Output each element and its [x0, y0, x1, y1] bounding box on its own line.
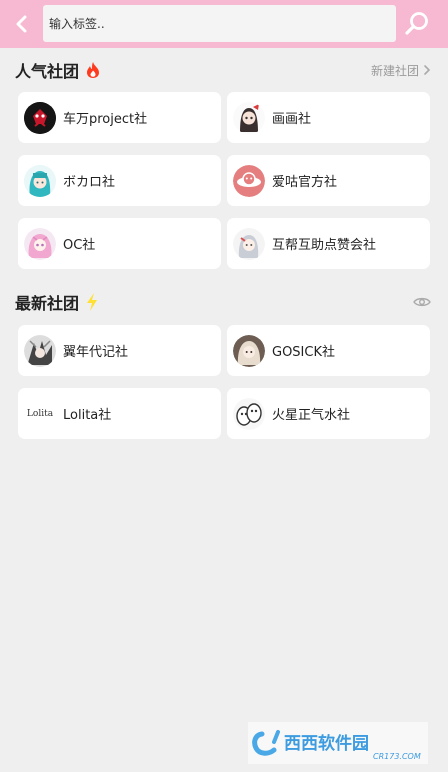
club-label: OC社 — [63, 238, 96, 253]
club-logo-lolita: Lolita — [26, 408, 54, 419]
popular-section-title: 人气社团 — [15, 62, 80, 81]
top-search-bar — [0, 0, 448, 48]
lightning-icon — [85, 292, 99, 312]
chevron-left-icon — [16, 15, 27, 33]
club-card[interactable]: 翼年代记社 — [18, 325, 221, 376]
club-label: Lolita社 — [63, 408, 112, 423]
club-label: 互帮互助点赞会社 — [272, 238, 377, 253]
club-card[interactable]: OC社 — [18, 218, 221, 269]
club-card[interactable]: ボカロ社 — [18, 155, 221, 206]
club-label: GOSICK社 — [272, 345, 335, 360]
watermark: 西西软件园 CR173.COM — [248, 722, 428, 764]
latest-club-grid: 翼年代记社 GOSICK社 Lolita Lolita社 火星正气水社 — [18, 325, 430, 439]
search-icon — [405, 12, 428, 35]
club-card[interactable]: Lolita Lolita社 — [18, 388, 221, 439]
new-club-label: 新建社团 — [370, 63, 419, 78]
club-avatar-aigu — [233, 164, 265, 197]
new-club-link[interactable]: 新建社团 — [371, 55, 431, 85]
club-label: 翼年代记社 — [63, 345, 129, 360]
club-avatar-mars-water — [233, 397, 265, 430]
club-avatar-gosick — [233, 334, 265, 367]
latest-section-title: 最新社团 — [15, 294, 80, 313]
club-avatar-oc — [24, 227, 56, 260]
popular-section-header: 人气社团 新建社团 — [15, 55, 433, 85]
eye-icon — [413, 297, 431, 307]
back-button[interactable] — [6, 8, 38, 40]
club-avatar-mutual-help — [233, 227, 265, 260]
club-label: 火星正气水社 — [272, 408, 351, 423]
search-box[interactable] — [43, 5, 396, 42]
club-card[interactable]: 爱咕官方社 — [227, 155, 430, 206]
visibility-toggle[interactable] — [413, 287, 431, 317]
chevron-right-icon — [424, 65, 431, 75]
club-avatar-vocaloid — [24, 164, 56, 197]
club-label: 爱咕官方社 — [272, 175, 338, 190]
club-label: 画画社 — [272, 112, 312, 127]
club-avatar-touhou — [24, 101, 56, 134]
club-card[interactable]: GOSICK社 — [227, 325, 430, 376]
club-label: ボカロ社 — [63, 175, 116, 190]
club-card[interactable]: 互帮互助点赞会社 — [227, 218, 430, 269]
club-avatar-tsubasa — [24, 334, 56, 367]
latest-section-header: 最新社团 — [15, 287, 433, 317]
club-card[interactable]: 火星正气水社 — [227, 388, 430, 439]
club-card[interactable]: 车万project社 — [18, 92, 221, 143]
watermark-domain: CR173.COM — [373, 752, 421, 761]
club-avatar-drawing — [233, 101, 265, 134]
search-input[interactable] — [43, 5, 396, 42]
popular-club-grid: 车万project社 画画社 ボカロ社 爱咕官方社 OC社 互帮互助点赞会社 — [18, 92, 430, 269]
club-card[interactable]: 画画社 — [227, 92, 430, 143]
fire-icon — [85, 61, 101, 79]
club-label: 车万project社 — [63, 112, 148, 127]
watermark-brand: 西西软件园 — [284, 733, 369, 754]
search-button[interactable] — [400, 7, 434, 41]
